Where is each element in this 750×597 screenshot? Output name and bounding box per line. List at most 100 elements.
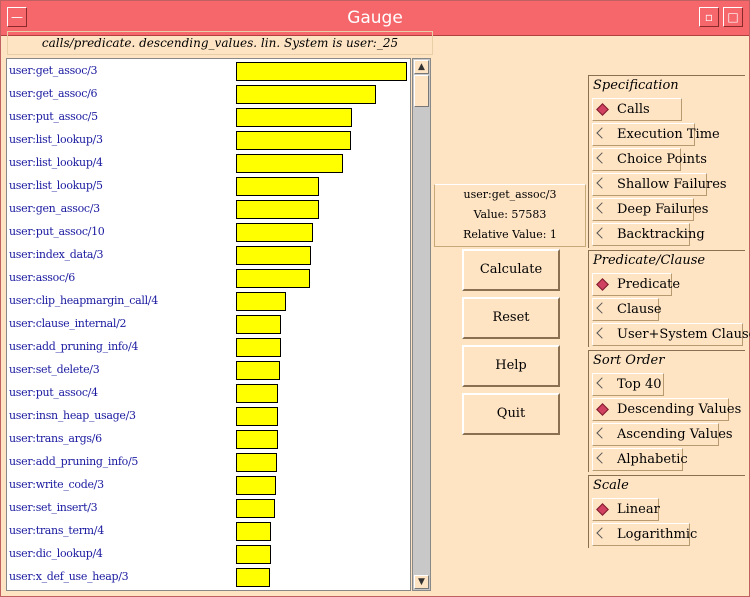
list-item-label[interactable]: user:index_data/3 xyxy=(9,248,104,261)
option-calls[interactable]: Calls xyxy=(592,98,682,121)
radio-unselected-icon[interactable] xyxy=(596,227,608,239)
option-shallow-failures[interactable]: Shallow Failures xyxy=(592,173,727,196)
list-item[interactable]: user:set_delete/3 xyxy=(7,359,410,382)
list-item[interactable]: user:set_insert/3 xyxy=(7,497,410,520)
list-item[interactable]: user:clause_internal/2 xyxy=(7,313,410,336)
list-item[interactable]: user:get_assoc/3 xyxy=(7,60,410,83)
list-item-label[interactable]: user:get_assoc/6 xyxy=(9,87,98,100)
list-item-label[interactable]: user:trans_args/6 xyxy=(9,432,102,445)
option-alphabetic[interactable]: Alphabetic xyxy=(592,448,688,471)
value-bar[interactable] xyxy=(236,246,311,265)
list-item[interactable]: user:write_code/3 xyxy=(7,474,410,497)
list-item[interactable]: user:x_def_use_heap/3 xyxy=(7,566,410,589)
list-item-label[interactable]: user:get_assoc/3 xyxy=(9,64,98,77)
value-bar[interactable] xyxy=(236,85,376,104)
radio-selected-icon[interactable] xyxy=(596,103,609,116)
radio-unselected-icon[interactable] xyxy=(596,202,608,214)
minimize-button[interactable]: ▫ xyxy=(699,7,719,27)
value-bar[interactable] xyxy=(236,269,310,288)
list-item-label[interactable]: user:add_pruning_info/5 xyxy=(9,455,138,468)
value-bar[interactable] xyxy=(236,361,280,380)
list-item[interactable]: user:index_data/3 xyxy=(7,244,410,267)
option-logarithmic[interactable]: Logarithmic xyxy=(592,523,697,546)
value-bar[interactable] xyxy=(236,430,278,449)
list-item[interactable]: user:put_assoc/4 xyxy=(7,382,410,405)
value-bar[interactable] xyxy=(236,200,319,219)
list-item[interactable]: user:trans_args/6 xyxy=(7,428,410,451)
option-backtracking[interactable]: Backtracking xyxy=(592,223,705,246)
option-deep-failures[interactable]: Deep Failures xyxy=(592,198,708,221)
value-bar[interactable] xyxy=(236,108,352,127)
list-item[interactable]: user:get_assoc/6 xyxy=(7,83,410,106)
radio-unselected-icon[interactable] xyxy=(596,127,608,139)
list-item-label[interactable]: user:insn_heap_usage/3 xyxy=(9,409,136,422)
list-item-label[interactable]: user:clause_internal/2 xyxy=(9,317,127,330)
list-item-label[interactable]: user:clip_heapmargin_call/4 xyxy=(9,294,158,307)
value-bar[interactable] xyxy=(236,476,276,495)
list-item-label[interactable]: user:list_lookup/5 xyxy=(9,179,103,192)
radio-unselected-icon[interactable] xyxy=(596,327,608,339)
value-bar[interactable] xyxy=(236,315,281,334)
list-item[interactable]: user:dic_lookup/4 xyxy=(7,543,410,566)
radio-unselected-icon[interactable] xyxy=(596,152,608,164)
list-item-label[interactable]: user:trans_term/4 xyxy=(9,524,104,537)
radio-unselected-icon[interactable] xyxy=(596,452,608,464)
value-bar[interactable] xyxy=(236,292,286,311)
list-item[interactable]: user:insn_heap_usage/3 xyxy=(7,405,410,428)
list-item[interactable]: user:put_assoc/5 xyxy=(7,106,410,129)
list-item[interactable]: user:gen_assoc/3 xyxy=(7,198,410,221)
option-descending-values[interactable]: Descending Values xyxy=(592,398,741,421)
list-item[interactable]: user:trans_term/4 xyxy=(7,520,410,543)
scroll-up-arrow-icon[interactable]: ▲ xyxy=(414,60,429,74)
value-bar[interactable] xyxy=(236,62,407,81)
option-execution-time[interactable]: Execution Time xyxy=(592,123,720,146)
help-button[interactable]: Help xyxy=(462,345,560,387)
value-bar[interactable] xyxy=(236,522,271,541)
value-bar[interactable] xyxy=(236,177,319,196)
radio-selected-icon[interactable] xyxy=(596,403,609,416)
value-bar[interactable] xyxy=(236,154,343,173)
radio-unselected-icon[interactable] xyxy=(596,427,608,439)
option-choice-points[interactable]: Choice Points xyxy=(592,148,707,171)
list-item-label[interactable]: user:set_delete/3 xyxy=(9,363,100,376)
list-item-label[interactable]: user:put_assoc/10 xyxy=(9,225,105,238)
list-item-label[interactable]: user:x_def_use_heap/3 xyxy=(9,570,129,583)
list-item[interactable]: user:clip_heapmargin_call/4 xyxy=(7,290,410,313)
list-item-label[interactable]: user:list_lookup/3 xyxy=(9,133,103,146)
value-bar[interactable] xyxy=(236,453,277,472)
calculate-button[interactable]: Calculate xyxy=(462,249,560,291)
value-bar[interactable] xyxy=(236,338,281,357)
option-top-40[interactable]: Top 40 xyxy=(592,373,664,396)
option-predicate[interactable]: Predicate xyxy=(592,273,680,296)
list-item-label[interactable]: user:write_code/3 xyxy=(9,478,104,491)
list-item-label[interactable]: user:put_assoc/5 xyxy=(9,110,98,123)
radio-unselected-icon[interactable] xyxy=(596,377,608,389)
list-item[interactable]: user:add_pruning_info/4 xyxy=(7,336,410,359)
list-item-label[interactable]: user:dic_lookup/4 xyxy=(9,547,103,560)
option-clause[interactable]: Clause xyxy=(592,298,662,321)
radio-unselected-icon[interactable] xyxy=(596,302,608,314)
list-item[interactable]: user:list_lookup/4 xyxy=(7,152,410,175)
list-item[interactable]: user:list_lookup/3 xyxy=(7,129,410,152)
list-item-label[interactable]: user:put_assoc/4 xyxy=(9,386,98,399)
option-linear[interactable]: Linear xyxy=(592,498,660,521)
radio-selected-icon[interactable] xyxy=(596,503,609,516)
list-item[interactable]: user:put_assoc/10 xyxy=(7,221,410,244)
value-bar[interactable] xyxy=(236,384,278,403)
value-bar[interactable] xyxy=(236,499,275,518)
list-item-label[interactable]: user:list_lookup/4 xyxy=(9,156,103,169)
radio-selected-icon[interactable] xyxy=(596,278,609,291)
value-bar[interactable] xyxy=(236,131,351,150)
list-item[interactable]: user:assoc/6 xyxy=(7,267,410,290)
list-item[interactable]: user:add_pruning_info/5 xyxy=(7,451,410,474)
radio-unselected-icon[interactable] xyxy=(596,177,608,189)
results-list[interactable]: user:get_assoc/3 user:get_assoc/6 user:put… xyxy=(6,58,411,591)
list-item-label[interactable]: user:gen_assoc/3 xyxy=(9,202,100,215)
scroll-down-arrow-icon[interactable]: ▼ xyxy=(414,575,429,589)
value-bar[interactable] xyxy=(236,407,278,426)
option-user-system-clauses[interactable]: User+System Clauses xyxy=(592,323,750,346)
option-ascending-values[interactable]: Ascending Values xyxy=(592,423,733,446)
quit-button[interactable]: Quit xyxy=(462,393,560,435)
list-item-label[interactable]: user:assoc/6 xyxy=(9,271,75,284)
list-item-label[interactable]: user:add_pruning_info/4 xyxy=(9,340,138,353)
